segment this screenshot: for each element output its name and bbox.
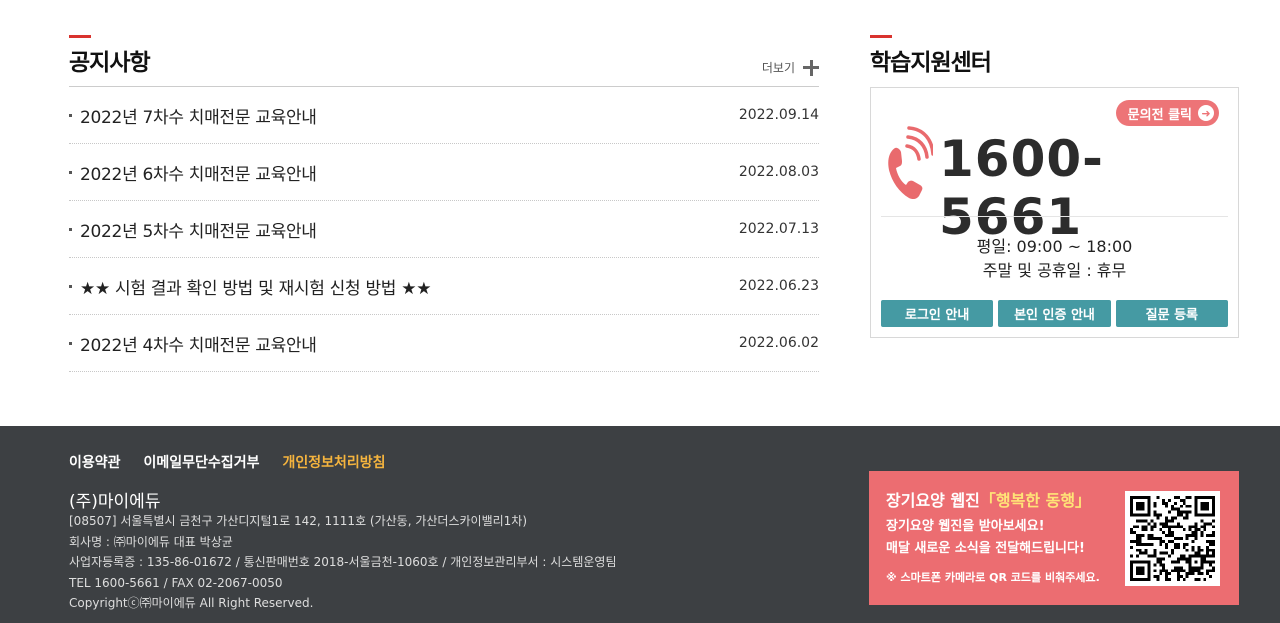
chat-inquiry-button[interactable]: 문의전 클릭 ➜ [1115,100,1219,126]
notice-item-date: 2022.08.03 [738,164,819,180]
notice-item-title: 2022년 7차수 치매전문 교육안내 [80,107,317,128]
phone-number: 1600-5661 [939,130,1104,246]
banner-title-highlight: 「행복한 동행」 [979,491,1092,510]
bullet-icon [69,227,72,231]
notice-list: 2022년 7차수 치매전문 교육안내 2022.09.14 2022년 6차수… [69,86,819,372]
email-refusal-link[interactable]: 이메일무단수집거부 [144,452,260,472]
title-accent-bar [69,35,91,38]
bullet-icon [69,341,72,345]
notice-item[interactable]: 2022년 7차수 치매전문 교육안내 2022.09.14 [69,87,819,144]
notice-item-title: 2022년 6차수 치매전문 교육안내 [80,164,317,185]
notice-item-date: 2022.06.23 [738,278,819,294]
bullet-icon [69,113,72,117]
business-hours: 평일: 09:00 ~ 18:00 주말 및 공휴일 : 휴무 [871,235,1238,283]
footer-links: 이용약관 이메일무단수집거부 개인정보처리방침 [69,452,386,472]
company-name: (주)마이에듀 [69,492,161,512]
notice-item-date: 2022.07.13 [738,221,819,237]
copyright: Copyrightⓒ㈜마이에듀 All Right Reserved. [69,596,314,610]
login-guide-button[interactable]: 로그인 안내 [881,300,994,327]
support-box: 문의전 클릭 ➜ 1600-5661 평일: 09:00 ~ 18:00 주말 … [870,87,1239,338]
chat-inquiry-label: 문의전 클릭 [1127,107,1192,123]
support-buttons: 로그인 안내 본인 인증 안내 질문 등록 [881,300,1228,327]
notice-section: 공지사항 더보기 2022년 7차수 치매전문 교육안내 2022.09.14 … [69,35,819,372]
ceo-info: 회사명 : ㈜마이에듀 대표 박상균 [69,534,233,549]
address: [08507] 서울특별시 금천구 가산디지털1로 142, 1111호 (가산… [69,514,528,528]
notice-item-date: 2022.06.02 [738,335,819,351]
business-registration: 사업자등록증 : 135-86-01672 / 통신판매번호 2018-서울금천… [69,555,617,569]
plus-icon [803,59,819,76]
notice-item[interactable]: 2022년 4차수 치매전문 교육안내 2022.06.02 [69,315,819,372]
bullet-icon [69,284,72,288]
banner-line-2: 매달 새로운 소식을 전달해드립니다! [886,541,1085,556]
title-accent-bar [870,35,892,38]
weekend-hours: 주말 및 공휴일 : 휴무 [982,261,1127,280]
identity-verification-button[interactable]: 본인 인증 안내 [998,300,1111,327]
divider [881,216,1228,217]
banner-text: 장기요양 웹진을 받아보세요! 매달 새로운 소식을 전달해드립니다! [886,516,1085,560]
webzine-banner[interactable]: 장기요양 웹진「행복한 동행」 장기요양 웹진을 받아보세요! 매달 새로운 소… [869,471,1239,605]
phone-icon [888,126,933,200]
notice-item-title: 2022년 5차수 치매전문 교육안내 [80,221,317,242]
support-section: 학습지원센터 문의전 클릭 ➜ 1600-5661 평일: 09:00 ~ 18… [870,35,1239,338]
notice-item[interactable]: 2022년 6차수 치매전문 교육안내 2022.08.03 [69,144,819,201]
notice-item-date: 2022.09.14 [738,107,819,123]
qr-code-icon [1125,491,1220,586]
footer: 이용약관 이메일무단수집거부 개인정보처리방침 (주)마이에듀 [08507] … [0,426,1280,623]
notice-title: 공지사항 [69,50,151,76]
contact-info: TEL 1600-5661 / FAX 02-2067-0050 [69,575,283,590]
arrow-right-icon: ➜ [1198,105,1214,121]
qr-code-graphic [1130,496,1215,581]
banner-title-prefix: 장기요양 웹진 [886,491,980,510]
notice-item[interactable]: ★★ 시험 결과 확인 방법 및 재시험 신청 방법 ★★ 2022.06.23 [69,258,819,315]
company-info: [08507] 서울특별시 금천구 가산디지털1로 142, 1111호 (가산… [69,511,617,614]
main-content: 공지사항 더보기 2022년 7차수 치매전문 교육안내 2022.09.14 … [0,0,1280,426]
more-label: 더보기 [761,61,795,75]
notice-item-title: ★★ 시험 결과 확인 방법 및 재시험 신청 방법 ★★ [80,278,432,299]
weekday-hours: 평일: 09:00 ~ 18:00 [976,237,1133,256]
bullet-icon [69,170,72,174]
banner-line-1: 장기요양 웹진을 받아보세요! [886,519,1045,534]
notice-item[interactable]: 2022년 5차수 치매전문 교육안내 2022.07.13 [69,201,819,258]
banner-title: 장기요양 웹진「행복한 동행」 [886,487,1091,511]
banner-note: ※ 스마트폰 카메라로 QR 코드를 비춰주세요. [886,571,1100,584]
question-register-button[interactable]: 질문 등록 [1115,300,1228,327]
more-button[interactable]: 더보기 [762,59,819,76]
support-title: 학습지원센터 [870,50,992,76]
notice-item-title: 2022년 4차수 치매전문 교육안내 [80,335,317,356]
privacy-policy-link[interactable]: 개인정보처리방침 [282,452,385,472]
terms-link[interactable]: 이용약관 [69,452,121,472]
